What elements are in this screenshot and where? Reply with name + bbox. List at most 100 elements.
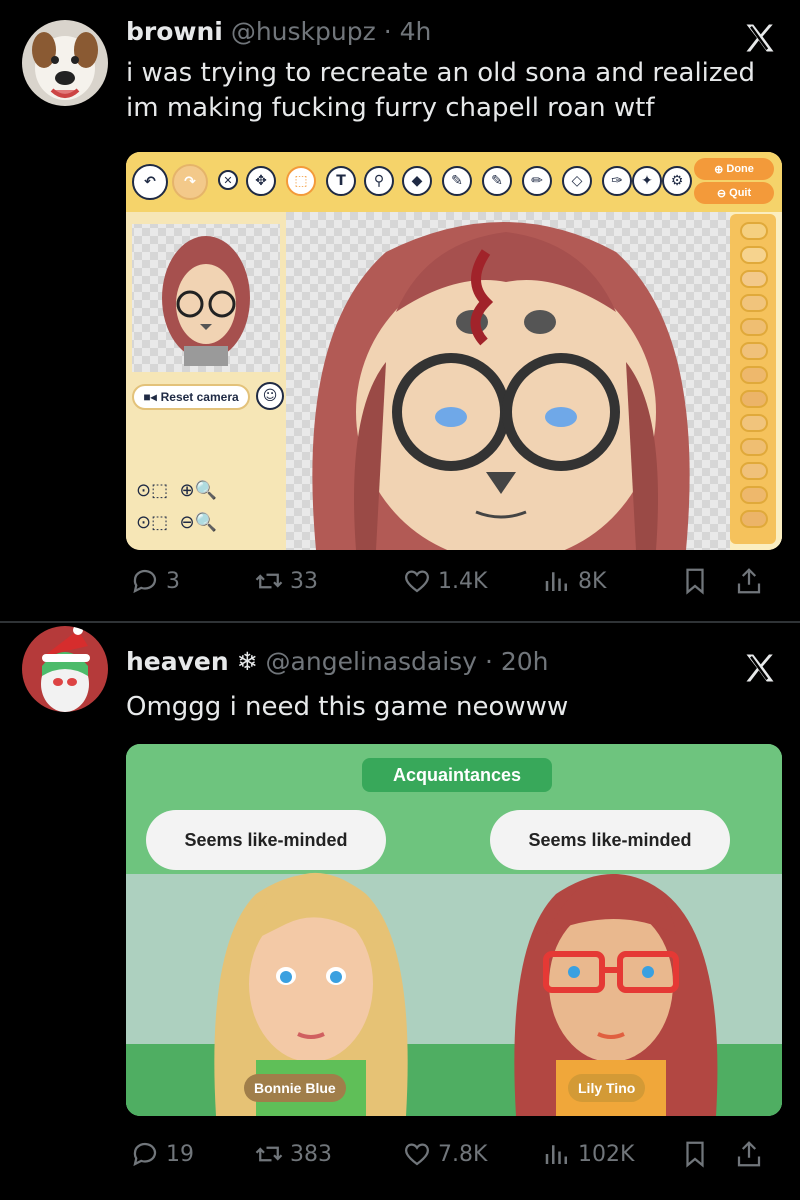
views-button[interactable]: 102K <box>542 1134 634 1174</box>
shape-icon[interactable]: ◆ <box>402 166 432 196</box>
move-icon[interactable]: ✥ <box>246 166 276 196</box>
drawing-canvas[interactable] <box>126 212 782 550</box>
snowflake-emoji: ❄ <box>236 647 258 676</box>
settings-icon[interactable]: ⚙ <box>662 166 692 196</box>
x-logo-icon[interactable] <box>742 20 778 56</box>
sparkle-icon[interactable]: ✦ <box>632 166 662 196</box>
share-button[interactable] <box>734 561 764 601</box>
mii-nametag-left: Bonnie Blue <box>244 1074 346 1102</box>
share-icon <box>737 568 761 594</box>
color-swatch[interactable] <box>740 270 768 288</box>
eraser-icon[interactable]: ◇ <box>562 166 592 196</box>
color-swatch[interactable] <box>740 294 768 312</box>
bookmark-button[interactable] <box>680 561 710 601</box>
repost-icon <box>255 573 283 589</box>
tweet-divider <box>0 621 800 623</box>
reply-button[interactable]: 19 <box>130 1134 194 1174</box>
eyedropper-icon[interactable]: ✑ <box>602 166 632 196</box>
reset-camera-button[interactable]: ■◂ Reset camera <box>132 384 250 410</box>
mii-nametag-right: Lily Tino <box>568 1074 646 1102</box>
bookmark-button[interactable] <box>680 1134 710 1174</box>
redo-icon[interactable]: ↷ <box>172 164 208 200</box>
tweet-actions: 19 383 7.8K 102K <box>120 1134 780 1174</box>
quit-button[interactable]: ⊖ Quit <box>694 182 774 204</box>
tweet-header: heaven ❄ @angelinasdaisy · 20h <box>126 644 549 680</box>
x-logo-icon[interactable] <box>742 650 778 686</box>
speech-bubble-right: Seems like-minded <box>490 810 730 870</box>
separator: · <box>383 17 392 46</box>
color-palette <box>730 214 776 544</box>
repost-button[interactable]: 383 <box>254 1134 332 1174</box>
color-swatch[interactable] <box>740 462 768 480</box>
username[interactable]: @angelinasdaisy <box>266 647 477 676</box>
heart-icon <box>404 1143 430 1166</box>
heart-icon <box>404 570 430 593</box>
color-swatch[interactable] <box>740 342 768 360</box>
acquaintances-tab[interactable]: Acquaintances <box>362 758 552 792</box>
like-button[interactable]: 1.4K <box>402 561 487 601</box>
timestamp[interactable]: 20h <box>501 647 549 676</box>
reply-icon <box>133 569 157 594</box>
color-swatch[interactable] <box>740 438 768 456</box>
color-swatch[interactable] <box>740 510 768 528</box>
views-icon <box>545 1145 567 1164</box>
fill-icon[interactable]: ✎ <box>442 166 472 196</box>
reply-button[interactable]: 3 <box>130 561 180 601</box>
color-swatch[interactable] <box>740 318 768 336</box>
text-icon[interactable]: T <box>326 166 356 196</box>
select-icon[interactable]: ⬚ <box>286 166 316 196</box>
tweet[interactable]: browni @huskpupz · 4h i was trying to re… <box>0 0 800 622</box>
done-label: Done <box>726 163 754 175</box>
face-icon[interactable]: ☺ <box>256 382 284 410</box>
editor-toolbar: ↶ ↷ ✕ ✥ ⬚ T ⚲ ◆ ✎ ✎ ✏ ◇ ✑ ✦ ⚙ ⊕ Done ⊖ Q… <box>126 152 782 212</box>
repost-count: 383 <box>290 1141 332 1167</box>
share-button[interactable] <box>734 1134 764 1174</box>
views-count: 8K <box>578 568 607 594</box>
pencil-icon[interactable]: ✏ <box>522 166 552 196</box>
color-swatch[interactable] <box>740 246 768 264</box>
tweet-text: Omggg i need this game neowww <box>126 692 569 722</box>
game-scene <box>126 744 782 1116</box>
share-icon <box>737 1141 761 1167</box>
tweet-actions: 3 33 1.4K 8K <box>120 561 780 601</box>
stamp-icon[interactable]: ⚲ <box>364 166 394 196</box>
display-name[interactable]: heaven <box>126 647 229 676</box>
done-button[interactable]: ⊕ Done <box>694 158 774 180</box>
tweet-media[interactable]: Acquaintances Seems like-minded Seems li… <box>126 744 782 1116</box>
tweet-header: browni @huskpupz · 4h <box>126 14 431 50</box>
speech-bubble-left: Seems like-minded <box>146 810 386 870</box>
zoom-controls-2[interactable]: ⊙⬚ ⊖🔍 <box>136 512 217 533</box>
color-swatch[interactable] <box>740 366 768 384</box>
reply-count: 3 <box>166 568 180 594</box>
undo-icon[interactable]: ↶ <box>132 164 168 200</box>
zoom-controls[interactable]: ⊙⬚ ⊕🔍 <box>136 480 217 501</box>
quit-label: Quit <box>729 187 752 199</box>
color-swatch[interactable] <box>740 222 768 240</box>
color-swatch[interactable] <box>740 414 768 432</box>
color-swatch[interactable] <box>740 390 768 408</box>
separator: · <box>484 647 493 676</box>
like-button[interactable]: 7.8K <box>402 1134 487 1174</box>
tweet-media[interactable]: ↶ ↷ ✕ ✥ ⬚ T ⚲ ◆ ✎ ✎ ✏ ◇ ✑ ✦ ⚙ ⊕ Done ⊖ Q… <box>126 152 782 550</box>
camera-icon: ■◂ <box>143 390 157 404</box>
views-button[interactable]: 8K <box>542 561 606 601</box>
bookmark-icon <box>686 568 704 595</box>
reply-count: 19 <box>166 1141 194 1167</box>
tweet[interactable]: heaven ❄ @angelinasdaisy · 20h Omggg i n… <box>0 624 800 1200</box>
avatar[interactable] <box>22 626 108 712</box>
avatar[interactable] <box>22 20 108 106</box>
close-icon[interactable]: ✕ <box>218 170 238 190</box>
reset-camera-label: Reset camera <box>160 390 239 404</box>
tweet-text: i was trying to recreate an old sona and… <box>126 58 756 123</box>
display-name[interactable]: browni <box>126 17 223 46</box>
repost-count: 33 <box>290 568 318 594</box>
like-count: 1.4K <box>438 568 488 594</box>
like-count: 7.8K <box>438 1141 488 1167</box>
color-swatch[interactable] <box>740 486 768 504</box>
timestamp[interactable]: 4h <box>400 17 432 46</box>
pen-icon[interactable]: ✎ <box>482 166 512 196</box>
reply-icon <box>133 1142 157 1167</box>
username[interactable]: @huskpupz <box>231 17 376 46</box>
repost-button[interactable]: 33 <box>254 561 318 601</box>
views-count: 102K <box>578 1141 635 1167</box>
